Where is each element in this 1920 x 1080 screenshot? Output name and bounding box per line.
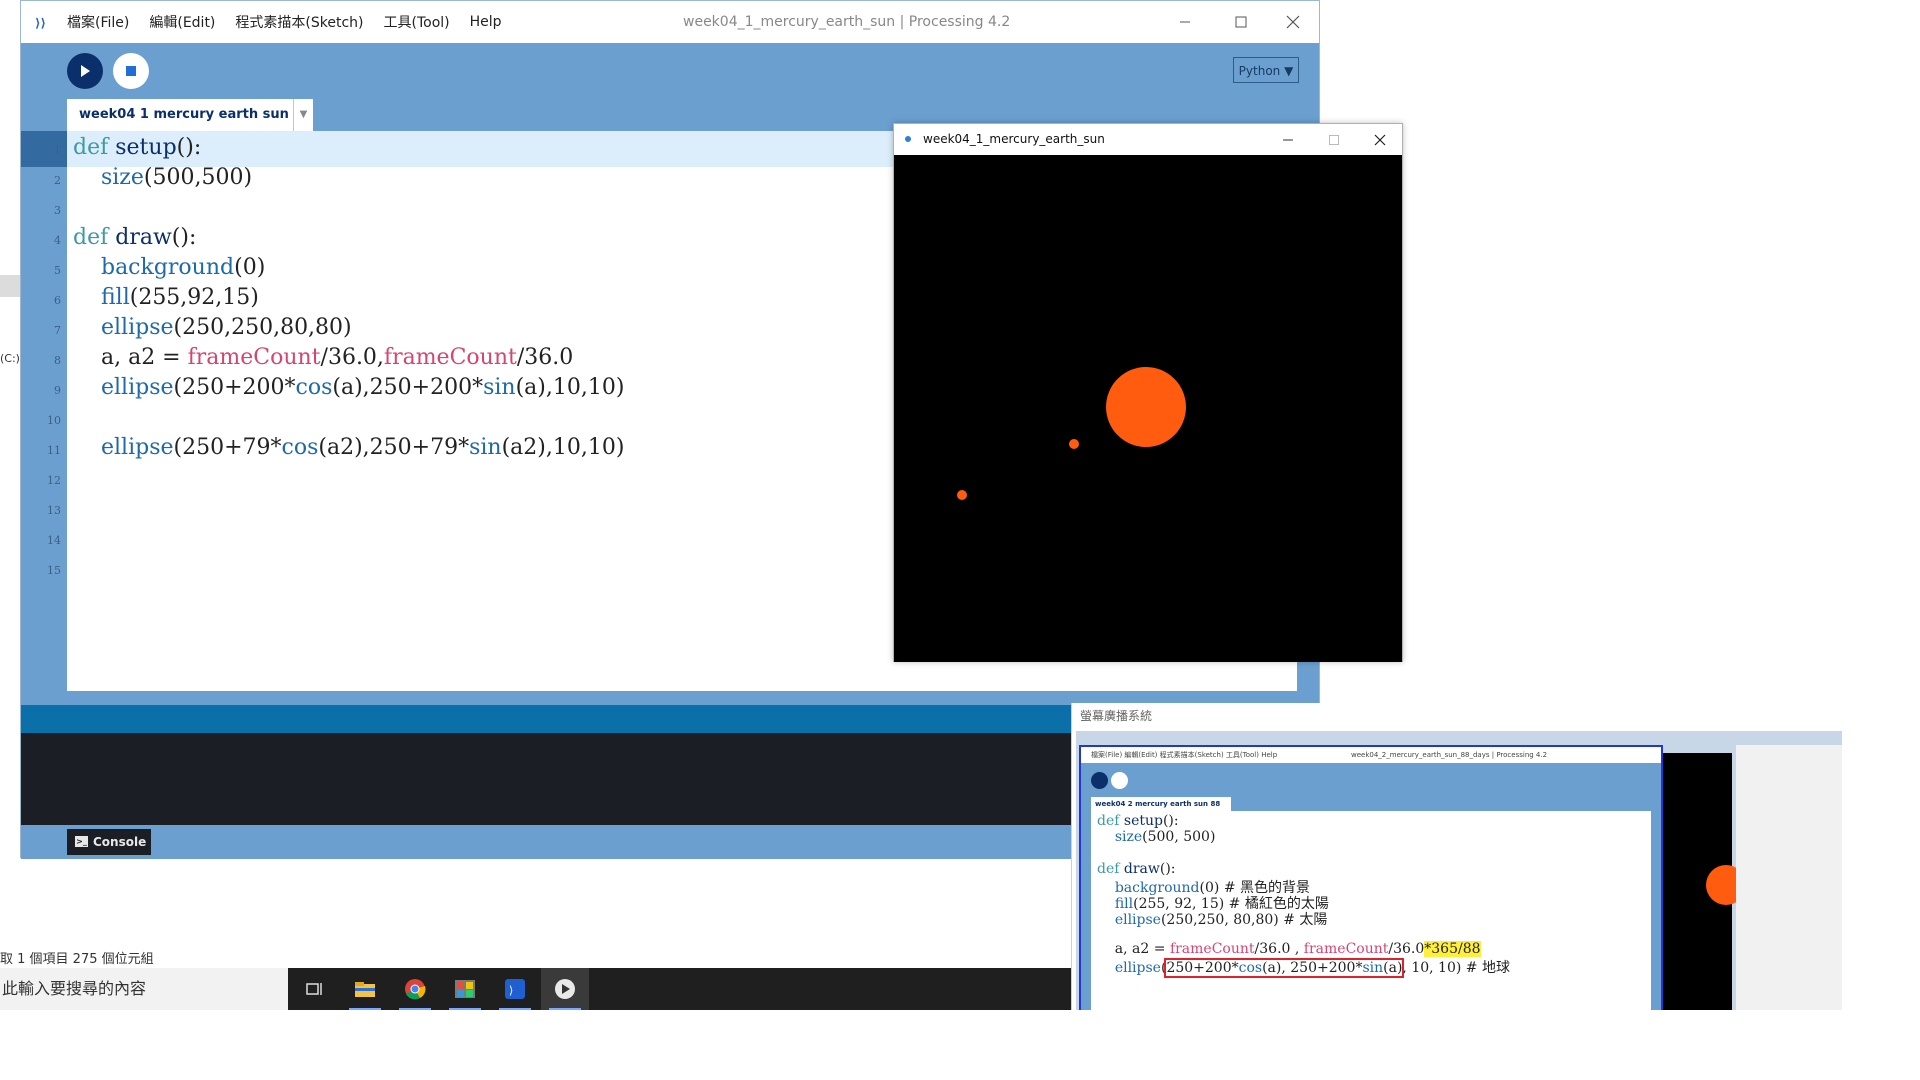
code-line-5: background(0) — [100, 255, 266, 280]
sketch-canvas[interactable] — [894, 155, 1402, 662]
explorer-status-text: 取 1 個項目 275 個位元組 — [0, 952, 154, 967]
mercury-ellipse — [1069, 439, 1079, 449]
console-icon: >_ — [75, 836, 88, 847]
line-number: 13 — [47, 504, 61, 517]
broadcast-code-line: a, a2 = frameCount/36.0 , frameCount/36.… — [1097, 941, 1481, 957]
menu-help[interactable]: Help — [470, 14, 502, 30]
menu-tool[interactable]: 工具(Tool) — [384, 12, 450, 32]
broadcast-code-line: size(500, 500) — [1114, 829, 1216, 845]
line-number: 7 — [54, 324, 61, 337]
sketch-app-icon — [905, 136, 911, 142]
line-number: 2 — [54, 174, 61, 187]
broadcast-frame: 檔案(File) 編輯(Edit) 程式素描本(Sketch) 工具(Tool)… — [1076, 731, 1842, 1010]
broadcast-sketch-canvas — [1656, 753, 1746, 1010]
line-number: 5 — [54, 264, 61, 277]
file-explorer-icon[interactable] — [341, 968, 389, 1010]
image-app-icon[interactable] — [441, 968, 489, 1010]
maximize-icon[interactable] — [1213, 1, 1269, 43]
broadcast-run-button — [1091, 772, 1108, 789]
broadcast-ide-title: week04_2_mercury_earth_sun_88_days | Pro… — [1351, 751, 1548, 759]
ide-window-title: week04_1_mercury_earth_sun | Processing … — [683, 14, 1011, 30]
menu-edit[interactable]: 編輯(Edit) — [149, 12, 215, 32]
code-line-9: ellipse(250+200*cos(a),250+200*sin(a),10… — [100, 375, 625, 400]
sketch-window-taskbar-icon[interactable] — [541, 968, 589, 1010]
line-number: 8 — [54, 354, 61, 367]
taskbar: 此輸入要搜尋的內容 ⟩ — [0, 968, 1073, 1010]
broadcast-code: def setup(): size(500, 500) def draw(): … — [1091, 811, 1651, 1010]
broadcast-code-line: def draw(): — [1097, 861, 1176, 877]
menu-bar: ⟩⟩ 檔案(File) 編輯(Edit) 程式素描本(Sketch) 工具(To… — [21, 1, 522, 43]
play-icon — [81, 65, 90, 77]
line-number: 4 — [54, 234, 61, 247]
line-number: 1 — [54, 144, 61, 157]
tab-sketch[interactable]: week04 1 mercury earth sun — [67, 99, 293, 131]
line-number: 14 — [47, 534, 61, 547]
broadcast-menu: 檔案(File) 編輯(Edit) 程式素描本(Sketch) 工具(Tool)… — [1091, 751, 1278, 759]
broadcast-code-line: ellipse(250+200*cos(a), 250+200*sin(a), … — [1114, 958, 1510, 978]
processing-logo-icon: ⟩⟩ — [33, 12, 53, 32]
sketch-titlebar: week04_1_mercury_earth_sun — [894, 124, 1402, 155]
broadcast-code-line: def setup(): — [1097, 813, 1179, 829]
task-view-icon[interactable] — [291, 968, 339, 1010]
earth-ellipse — [957, 490, 967, 500]
broadcast-tab: week04 2 mercury earth sun 88 days — [1091, 797, 1231, 822]
tab-menu-arrow[interactable]: ▼ — [293, 99, 313, 131]
code-line-1: def setup(): — [73, 135, 202, 160]
code-line-6: fill(255,92,15) — [100, 285, 259, 310]
menu-sketch[interactable]: 程式素描本(Sketch) — [235, 12, 363, 32]
code-line-8: a, a2 = frameCount/36.0,frameCount/36.0 — [73, 345, 574, 370]
desktop-selection — [0, 275, 20, 297]
sketch-close-icon[interactable] — [1357, 124, 1403, 155]
sketch-minimize-icon[interactable] — [1265, 124, 1311, 155]
screen-broadcast-window: 螢幕廣播系統 檔案(File) 編輯(Edit) 程式素描本(Sketch) 工… — [1071, 703, 1842, 1010]
ide-toolbar: Python ▼ — [21, 43, 1319, 99]
menu-file[interactable]: 檔案(File) — [67, 12, 129, 32]
close-icon[interactable] — [1265, 1, 1321, 43]
code-line-2: size(500,500) — [100, 165, 253, 190]
line-number: 3 — [54, 204, 61, 217]
code-line-11: ellipse(250+79*cos(a2),250+79*sin(a2),10… — [100, 435, 625, 460]
line-number: 15 — [47, 564, 61, 577]
code-line-7: ellipse(250,250,80,80) — [100, 315, 352, 340]
broadcast-code-line: ellipse(250,250, 80,80) # 太陽 — [1114, 912, 1328, 928]
sun-ellipse — [1106, 367, 1186, 447]
line-number: 12 — [47, 474, 61, 487]
line-number: 10 — [47, 414, 61, 427]
ide-titlebar: ⟩⟩ 檔案(File) 編輯(Edit) 程式素描本(Sketch) 工具(To… — [21, 1, 1319, 43]
drive-label: (C:) — [0, 352, 20, 365]
chrome-icon[interactable] — [391, 968, 439, 1010]
broadcast-right-panel — [1736, 745, 1842, 1010]
code-line-4: def draw(): — [73, 225, 197, 250]
mode-selector[interactable]: Python ▼ — [1233, 57, 1299, 83]
sketch-window: week04_1_mercury_earth_sun — [893, 123, 1403, 662]
svg-text:⟩⟩: ⟩⟩ — [35, 16, 46, 29]
broadcast-ide: 檔案(File) 編輯(Edit) 程式素描本(Sketch) 工具(Tool)… — [1079, 745, 1663, 1010]
line-number: 6 — [54, 294, 61, 307]
console-label: Console — [93, 835, 147, 849]
processing-icon[interactable]: ⟩ — [491, 968, 539, 1010]
sketch-maximize-icon[interactable] — [1311, 124, 1357, 155]
taskbar-search-input[interactable]: 此輸入要搜尋的內容 — [0, 968, 288, 1010]
stop-icon — [126, 66, 136, 76]
sketch-window-title: week04_1_mercury_earth_sun — [923, 132, 1105, 146]
broadcast-ide-titlebar: 檔案(File) 編輯(Edit) 程式素描本(Sketch) 工具(Tool)… — [1081, 747, 1661, 763]
stop-button[interactable] — [113, 53, 149, 89]
broadcast-title: 螢幕廣播系統 — [1080, 709, 1153, 723]
line-number: 9 — [54, 384, 61, 397]
broadcast-stop-button — [1111, 772, 1128, 789]
svg-text:⟩: ⟩ — [509, 984, 513, 997]
line-number: 11 — [47, 444, 61, 457]
console-tab[interactable]: >_ Console — [67, 829, 151, 855]
minimize-icon[interactable] — [1157, 1, 1213, 43]
run-button[interactable] — [67, 53, 103, 89]
